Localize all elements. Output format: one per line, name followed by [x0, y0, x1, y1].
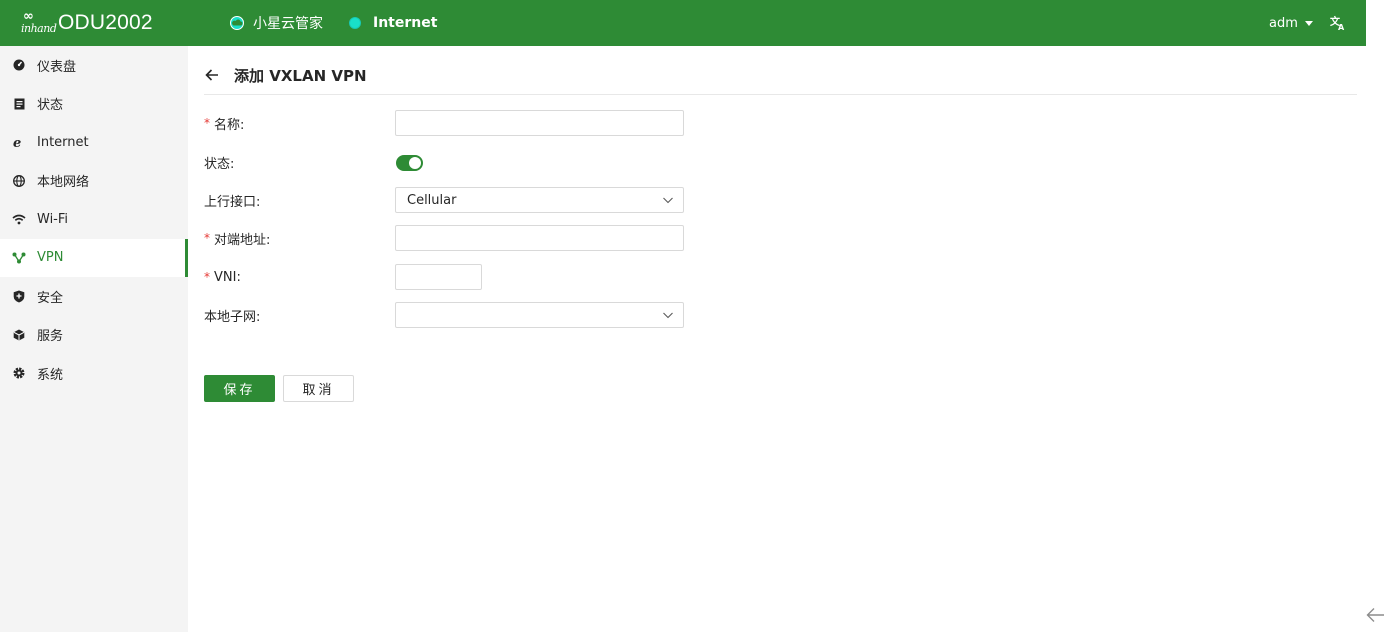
inhand-logo: ∞ inhand: [21, 9, 57, 35]
uplink-select[interactable]: Cellular: [395, 187, 684, 213]
vni-input[interactable]: [395, 264, 482, 290]
page-header: 添加 VXLAN VPN: [204, 56, 1357, 95]
cloud-icon: [230, 16, 244, 30]
sidebar-item-security[interactable]: 安全: [0, 277, 188, 316]
form-row-subnet: 本地子网:: [204, 302, 260, 328]
sidebar-item-status[interactable]: 状态: [0, 85, 188, 124]
form-row-vni: * VNI:: [204, 264, 241, 290]
name-input[interactable]: [395, 110, 684, 136]
back-arrow-icon[interactable]: [204, 67, 220, 83]
dashboard-icon: [12, 58, 26, 72]
user-menu[interactable]: adm: [1269, 0, 1313, 46]
sidebar: 仪表盘 状态 e Internet 本地网络 Wi-Fi VPN 安全 服务 系…: [0, 46, 188, 632]
sidebar-item-system[interactable]: 系统: [0, 354, 188, 393]
peer-address-label: * 对端地址:: [204, 231, 271, 248]
internet-status-label: Internet: [373, 15, 438, 31]
globe-icon: [12, 174, 26, 188]
cube-icon: [12, 328, 26, 342]
gear-icon: [12, 366, 26, 380]
required-mark: *: [204, 270, 210, 284]
translate-icon[interactable]: 文 A: [1330, 15, 1346, 31]
cancel-button[interactable]: 取消: [283, 375, 354, 402]
svg-text:A: A: [1338, 23, 1345, 31]
sidebar-item-wifi[interactable]: Wi-Fi: [0, 200, 188, 239]
product-name: ODU2002: [58, 11, 153, 34]
wifi-icon: [12, 212, 26, 226]
vpn-icon: [12, 251, 26, 265]
form-row-peer: * 对端地址:: [204, 225, 270, 251]
required-mark: *: [204, 231, 210, 245]
sidebar-item-dashboard[interactable]: 仪表盘: [0, 46, 188, 85]
uplink-label: 上行接口:: [204, 194, 261, 210]
sidebar-item-services[interactable]: 服务: [0, 316, 188, 355]
status-toggle[interactable]: [396, 155, 423, 171]
cloud-status-label: 小星云管家: [253, 16, 323, 32]
username: adm: [1269, 15, 1298, 31]
brand[interactable]: ∞ inhand ODU2002: [21, 9, 153, 37]
vni-label: * VNI:: [204, 269, 241, 285]
chevron-down-icon: [663, 312, 673, 319]
form-row-name: * 名称:: [204, 110, 244, 136]
name-label: * 名称:: [204, 116, 245, 133]
form-row-status: 状态:: [204, 149, 234, 175]
local-subnet-label: 本地子网:: [204, 309, 261, 325]
local-subnet-select[interactable]: [395, 302, 684, 328]
internet-icon: e: [12, 135, 26, 149]
sidebar-item-local-network[interactable]: 本地网络: [0, 162, 188, 201]
sidebar-item-internet[interactable]: e Internet: [0, 123, 188, 162]
required-mark: *: [204, 116, 210, 130]
internet-status[interactable]: Internet: [349, 0, 437, 46]
svg-text:e: e: [13, 136, 21, 148]
status-label: 状态:: [204, 156, 235, 172]
sidebar-item-vpn[interactable]: VPN: [0, 238, 188, 277]
shield-icon: [12, 289, 26, 303]
status-icon: [12, 97, 26, 111]
peer-address-input[interactable]: [395, 225, 684, 251]
save-button[interactable]: 保存: [204, 375, 275, 402]
status-dot-icon: [349, 17, 361, 29]
uplink-selected-value: Cellular: [407, 192, 457, 208]
toggle-knob: [409, 157, 421, 169]
cloud-status[interactable]: 小星云管家: [229, 0, 323, 46]
arrow-left-icon[interactable]: [1365, 605, 1385, 625]
chevron-down-icon: [663, 197, 673, 204]
caret-down-icon: [1304, 20, 1313, 26]
page-title: 添加 VXLAN VPN: [234, 66, 367, 85]
top-bar: ∞ inhand ODU2002 小星云管家 Internet adm 文 A: [0, 0, 1366, 46]
form-row-uplink: 上行接口:: [204, 187, 260, 213]
